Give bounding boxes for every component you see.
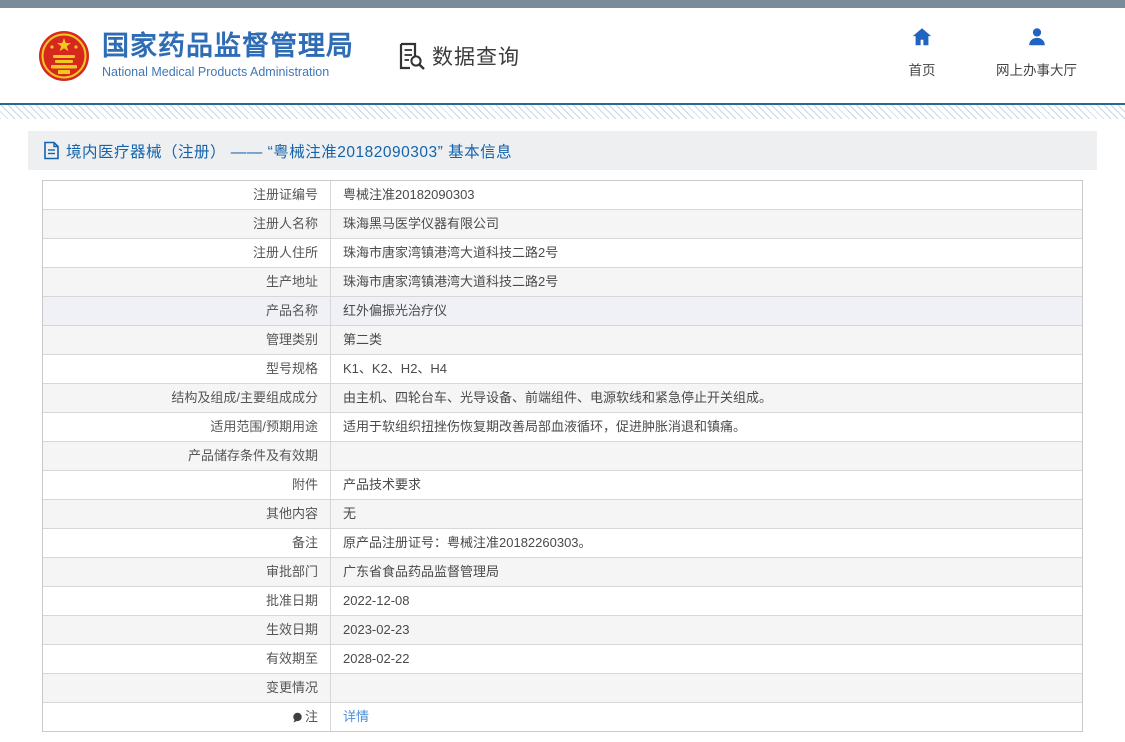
nav-item-label: 首页 [909,59,936,79]
row-label: 其他内容 [43,500,331,528]
table-row: 生效日期2023-02-23 [43,616,1082,645]
national-emblem-icon [38,30,90,82]
org-name-zh: 国家药品监督管理局 [102,32,354,62]
nav-item-home[interactable]: 首页 [892,26,952,79]
row-value: 适用于软组织扭挫伤恢复期改善局部血液循环，促进肿胀消退和镇痛。 [331,413,1082,441]
table-row: 注册证编号粤械注准20182090303 [43,181,1082,210]
row-label: 备注 [43,529,331,557]
row-value: 无 [331,500,1082,528]
row-label: 注 [43,703,331,731]
data-query-tab[interactable]: 数据查询 [396,41,520,71]
main-content: 境内医疗器械（注册） —— “粤械注准20182090303” 基本信息 注册证… [28,131,1097,732]
table-row: 附件产品技术要求 [43,471,1082,500]
row-label: 适用范围/预期用途 [43,413,331,441]
row-label: 注册证编号 [43,181,331,209]
table-row: 注册人名称珠海黑马医学仪器有限公司 [43,210,1082,239]
row-value: 第二类 [331,326,1082,354]
table-row: 型号规格K1、K2、H2、H4 [43,355,1082,384]
table-row: 注册人住所珠海市唐家湾镇港湾大道科技二路2号 [43,239,1082,268]
page-title-bar: 境内医疗器械（注册） —— “粤械注准20182090303” 基本信息 [28,131,1097,170]
home-icon [911,26,933,48]
table-row: 产品储存条件及有效期 [43,442,1082,471]
hatch-band [0,105,1125,119]
table-row: 批准日期2022-12-08 [43,587,1082,616]
row-value: 2022-12-08 [331,587,1082,615]
row-label: 附件 [43,471,331,499]
row-value: 珠海市唐家湾镇港湾大道科技二路2号 [331,239,1082,267]
top-strip [0,0,1125,8]
row-label: 注册人名称 [43,210,331,238]
row-value: 珠海市唐家湾镇港湾大道科技二路2号 [331,268,1082,296]
logo-link[interactable]: 国家药品监督管理局 National Medical Products Admi… [38,30,354,82]
row-value: 粤械注准20182090303 [331,181,1082,209]
org-name-en: National Medical Products Administration [102,65,354,79]
table-row: 备注原产品注册证号：粤械注准20182260303。 [43,529,1082,558]
table-row: 生产地址珠海市唐家湾镇港湾大道科技二路2号 [43,268,1082,297]
data-query-label: 数据查询 [432,41,520,71]
row-label: 有效期至 [43,645,331,673]
registration-info-table: 注册证编号粤械注准20182090303注册人名称珠海黑马医学仪器有限公司注册人… [42,180,1083,732]
row-value: 详情 [331,703,1082,731]
header-nav: 首页 网上办事大厅 [892,26,1077,79]
row-label: 型号规格 [43,355,331,383]
row-label: 变更情况 [43,674,331,702]
row-value: K1、K2、H2、H4 [331,355,1082,383]
table-row: 产品名称红外偏振光治疗仪 [43,297,1082,326]
document-icon [43,141,60,160]
row-label: 生效日期 [43,616,331,644]
row-value [331,442,1082,470]
row-value: 2028-02-22 [331,645,1082,673]
table-row: 结构及组成/主要组成成分由主机、四轮台车、光导设备、前端组件、电源软线和紧急停止… [43,384,1082,413]
row-value: 红外偏振光治疗仪 [331,297,1082,325]
row-value [331,674,1082,702]
row-value: 原产品注册证号：粤械注准20182260303。 [331,529,1082,557]
table-row: 审批部门广东省食品药品监督管理局 [43,558,1082,587]
row-value: 由主机、四轮台车、光导设备、前端组件、电源软线和紧急停止开关组成。 [331,384,1082,412]
document-search-icon [396,41,426,71]
row-value: 产品技术要求 [331,471,1082,499]
table-row: 管理类别第二类 [43,326,1082,355]
table-row: 变更情况 [43,674,1082,703]
table-row: 适用范围/预期用途适用于软组织扭挫伤恢复期改善局部血液循环，促进肿胀消退和镇痛。 [43,413,1082,442]
row-label: 产品储存条件及有效期 [43,442,331,470]
site-header: 国家药品监督管理局 National Medical Products Admi… [0,8,1125,103]
row-value: 珠海黑马医学仪器有限公司 [331,210,1082,238]
note-balloon-icon [292,712,303,723]
table-row: 其他内容无 [43,500,1082,529]
row-label: 批准日期 [43,587,331,615]
user-icon [1026,26,1048,48]
nav-item-label: 网上办事大厅 [996,59,1077,79]
row-label: 结构及组成/主要组成成分 [43,384,331,412]
row-label: 管理类别 [43,326,331,354]
row-label: 注册人住所 [43,239,331,267]
org-names: 国家药品监督管理局 National Medical Products Admi… [102,32,354,79]
row-value: 广东省食品药品监督管理局 [331,558,1082,586]
row-label: 审批部门 [43,558,331,586]
row-label: 产品名称 [43,297,331,325]
nav-item-online-hall[interactable]: 网上办事大厅 [996,26,1077,79]
details-link[interactable]: 详情 [343,709,369,724]
row-label: 生产地址 [43,268,331,296]
table-row: 有效期至2028-02-22 [43,645,1082,674]
row-value: 2023-02-23 [331,616,1082,644]
page-title: 境内医疗器械（注册） —— “粤械注准20182090303” 基本信息 [66,140,512,162]
table-row: 注详情 [43,703,1082,732]
